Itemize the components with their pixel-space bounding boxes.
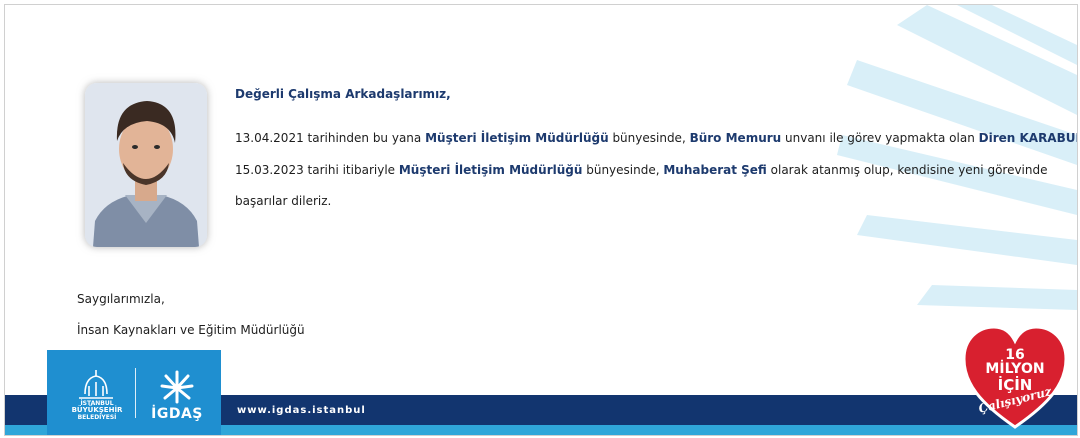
website-link[interactable]: www.igdas.istanbul [237, 405, 366, 416]
closing: Saygılarımızla, [77, 292, 165, 306]
body-line-1: 13.04.2021 tarihinden bu yana Müşteri İl… [235, 131, 1077, 145]
greeting: Değerli Çalışma Arkadaşlarımız, [235, 87, 451, 101]
logo-divider [135, 368, 136, 418]
body-line-3: başarılar dileriz. [235, 194, 332, 208]
campaign-heart-badge: 16 MİLYON İÇİN Çalışıyoruz [960, 323, 1070, 431]
logo-panel: İSTANBUL BÜYÜKŞEHİR BELEDİYESİ İGDAŞ [47, 350, 221, 435]
announcement-card: Değerli Çalışma Arkadaşlarımız, 13.04.20… [4, 4, 1078, 436]
department-signature: İnsan Kaynakları ve Eğitim Müdürlüğü [77, 323, 305, 337]
ibb-logo-text: İSTANBUL BÜYÜKŞEHİR BELEDİYESİ [71, 400, 123, 421]
employee-photo [85, 83, 207, 247]
body-line-2: 15.03.2023 tarihi itibariyle Müşteri İle… [235, 163, 1048, 177]
igdas-logo-text: İGDAŞ [151, 406, 203, 422]
